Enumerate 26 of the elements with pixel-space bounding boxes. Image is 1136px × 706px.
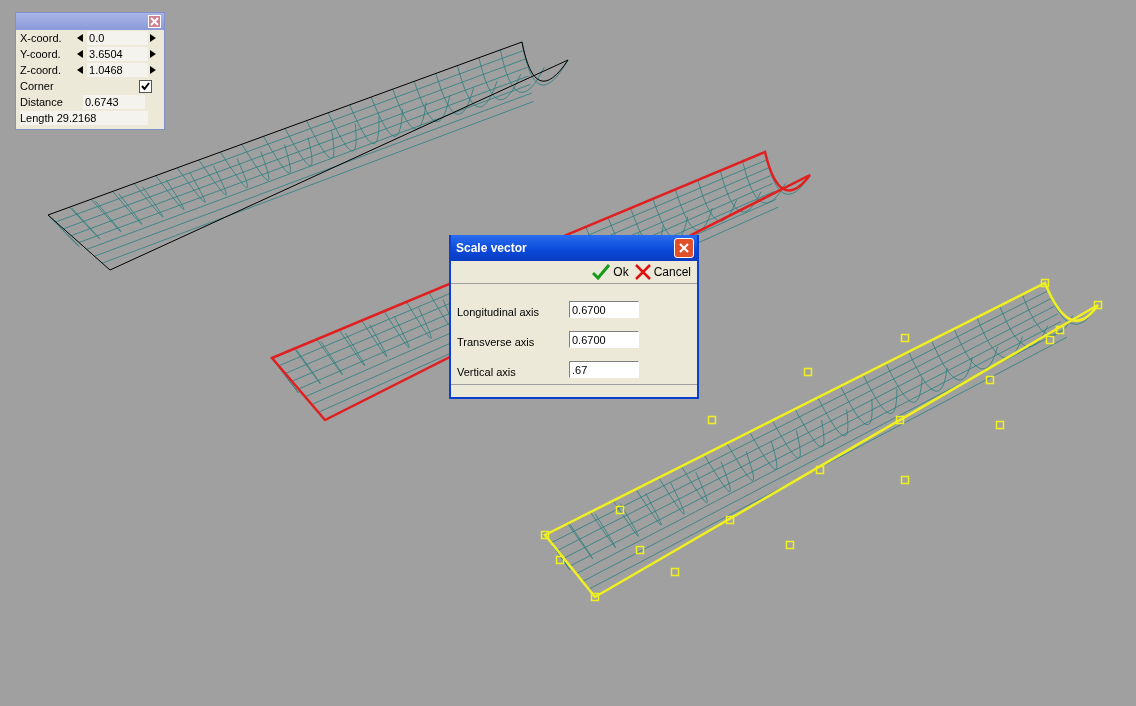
field-label: Distance [20, 96, 64, 108]
value-field[interactable]: 0.0 [87, 31, 149, 45]
value-field[interactable]: 1.0468 [87, 63, 149, 77]
length-readout: Length 29.2168 [20, 111, 148, 125]
value-field[interactable]: 3.6504 [87, 47, 149, 61]
input-field[interactable]: 0.6700 [569, 301, 639, 318]
field-label: Z-coord. [20, 64, 62, 76]
field-label: Corner [20, 80, 55, 92]
input-field[interactable]: .67 [569, 361, 639, 378]
value-readout: 0.6743 [83, 95, 145, 109]
corner-checkbox[interactable] [139, 79, 152, 93]
field-label: Y-coord. [20, 48, 62, 60]
close-button[interactable] [148, 15, 161, 28]
check-icon [592, 264, 611, 280]
field-label: Vertical axis [457, 366, 517, 378]
close-icon [679, 243, 689, 253]
cross-icon [634, 264, 651, 280]
cancel-button[interactable]: Cancel [634, 264, 691, 280]
field-label: X-coord. [20, 32, 63, 44]
field-label: Transverse axis [457, 336, 536, 348]
dialog-title: Scale vector [456, 241, 527, 255]
ok-button[interactable]: Ok [592, 264, 629, 280]
close-button[interactable] [674, 238, 694, 258]
field-label: Longitudinal axis [457, 306, 540, 318]
close-icon [150, 17, 159, 26]
input-field[interactable]: 0.6700 [569, 331, 639, 348]
